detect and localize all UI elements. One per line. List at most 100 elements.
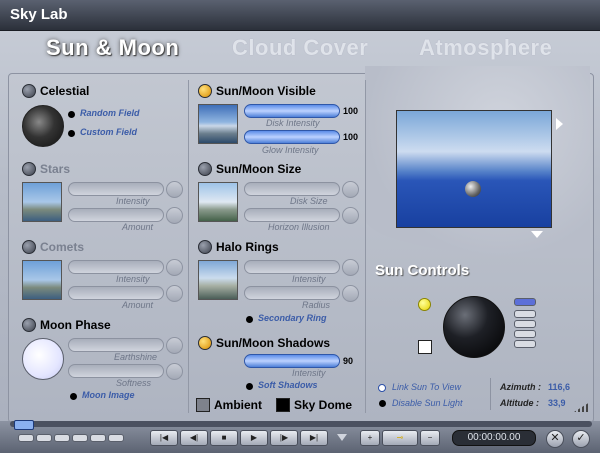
moon-image-link[interactable]: Moon Image [82,390,135,400]
comets-intensity-slider[interactable] [68,260,164,274]
tab-atmosphere[interactable]: Atmosphere [419,35,552,61]
sun-moon-shadows-toggle[interactable] [198,336,212,350]
frame-pill[interactable] [36,434,52,442]
go-to-end-button[interactable]: ▶| [300,430,328,446]
timeline-track[interactable] [10,420,592,430]
sun-level-pill[interactable] [514,310,536,318]
celestial-toggle[interactable] [22,84,36,98]
go-to-start-button[interactable]: |◀ [150,430,178,446]
sun-position-trackball[interactable] [443,296,505,358]
stars-amount-slider[interactable] [68,208,164,222]
preview-expand-right-icon[interactable] [556,118,563,130]
frame-pill[interactable] [108,434,124,442]
link-sun-radio[interactable] [378,384,386,392]
sun-moon-visible-thumbnail[interactable] [198,104,238,144]
ambient-color-swatch[interactable] [196,398,210,412]
halo-radius-value[interactable] [342,285,359,302]
comets-intensity-value[interactable] [166,259,183,276]
sun-moon-visible-toggle[interactable] [198,84,212,98]
comets-amount-value[interactable] [166,285,183,302]
disable-sun-radio[interactable] [379,400,386,407]
link-sun-label[interactable]: Link Sun To View [392,382,461,392]
time-display[interactable]: 00:00:00.00 [452,430,536,446]
sun-moon-visible-label: Sun/Moon Visible [216,84,316,98]
play-button[interactable]: ▶ [240,430,268,446]
soft-shadows-link[interactable]: Soft Shadows [258,380,318,390]
frame-pill[interactable] [18,434,34,442]
halo-intensity-slider[interactable] [244,260,340,274]
stop-button[interactable]: ■ [210,430,238,446]
tab-cloud-cover[interactable]: Cloud Cover [232,35,368,61]
sun-light-color-swatch[interactable] [418,340,432,354]
stars-amount-value[interactable] [166,207,183,224]
disk-intensity-slider[interactable] [244,104,340,118]
comets-thumbnail[interactable] [22,260,62,300]
custom-field-radio[interactable] [68,130,75,137]
sun-level-pill[interactable] [514,298,536,306]
play-icon: ▶ [250,433,258,442]
step-forward-button[interactable]: |▶ [270,430,298,446]
random-field-label[interactable]: Random Field [80,108,140,118]
horizon-illusion-value[interactable] [342,207,359,224]
secondary-ring-link[interactable]: Secondary Ring [258,313,327,323]
horizon-illusion-label: Horizon Illusion [268,222,330,232]
earthshine-value[interactable] [166,337,183,354]
halo-rings-thumbnail[interactable] [198,260,238,300]
halo-rings-toggle[interactable] [198,240,212,254]
halo-intensity-value[interactable] [342,259,359,276]
secondary-ring-bullet [246,316,253,323]
comets-amount-label: Amount [122,300,154,310]
disk-size-label: Disk Size [290,196,328,206]
disk-size-slider[interactable] [244,182,340,196]
moon-phase-preview[interactable] [22,338,64,380]
altitude-value[interactable]: 33,9 [548,398,566,408]
stars-intensity-slider[interactable] [68,182,164,196]
stars-intensity-label: Intensity [116,196,150,206]
halo-radius-slider[interactable] [244,286,340,300]
window-title: Sky Lab [10,6,68,23]
sun-moon-size-label: Sun/Moon Size [216,162,302,176]
cancel-button[interactable]: ✕ [546,430,564,448]
random-field-radio[interactable] [68,111,75,118]
frame-pill[interactable] [54,434,70,442]
azimuth-value[interactable]: 116,6 [548,382,570,392]
comets-amount-slider[interactable] [68,286,164,300]
add-keyframe-button[interactable]: + [360,430,380,446]
ok-button[interactable]: ✓ [572,430,590,448]
sun-moon-size-toggle[interactable] [198,162,212,176]
softness-slider[interactable] [68,364,164,378]
timeline-scrubber[interactable] [14,420,34,430]
glow-intensity-slider[interactable] [244,130,340,144]
sun-controls-title: Sun Controls [375,262,470,279]
step-back-button[interactable]: ◀| [180,430,208,446]
sun-level-pill[interactable] [514,330,536,338]
softness-value[interactable] [166,363,183,380]
celestial-preview-sphere[interactable] [22,105,64,147]
sky-preview-viewport[interactable] [396,110,552,228]
tab-sun-moon[interactable]: Sun & Moon [46,35,179,61]
horizon-illusion-slider[interactable] [244,208,340,222]
keyframe-button[interactable]: ⊸ [382,430,418,446]
remove-keyframe-button[interactable]: − [420,430,440,446]
sun-level-pill[interactable] [514,340,536,348]
shadows-intensity-slider[interactable] [244,354,340,368]
earthshine-slider[interactable] [68,338,164,352]
disable-sun-label[interactable]: Disable Sun Light [392,398,463,408]
disk-size-value[interactable] [342,181,359,198]
halo-rings-label: Halo Rings [216,240,279,254]
custom-field-label[interactable]: Custom Field [80,127,137,137]
stars-toggle[interactable] [22,162,36,176]
earthshine-label: Earthshine [114,352,158,362]
sun-moon-size-thumbnail[interactable] [198,182,238,222]
frame-pill[interactable] [72,434,88,442]
stars-intensity-value[interactable] [166,181,183,198]
sky-dome-color-swatch[interactable] [276,398,290,412]
stars-thumbnail[interactable] [22,182,62,222]
sun-color-dot[interactable] [418,298,431,311]
comets-toggle[interactable] [22,240,36,254]
moon-phase-toggle[interactable] [22,318,36,332]
frame-pill[interactable] [90,434,106,442]
timeline-options-icon[interactable] [337,434,347,441]
sun-level-pill[interactable] [514,320,536,328]
preview-expand-down-icon[interactable] [531,231,543,238]
